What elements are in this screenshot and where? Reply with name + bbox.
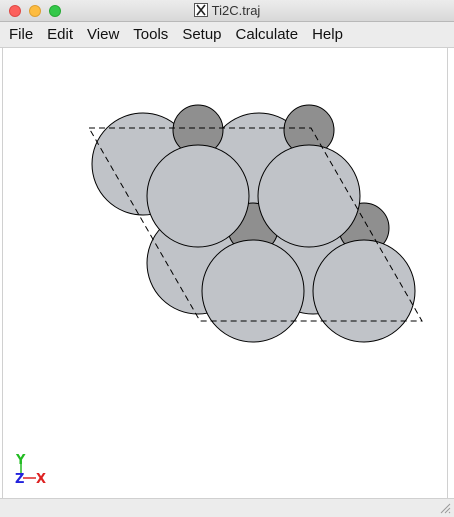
ti-atom[interactable] <box>312 239 416 343</box>
z-axis-label: Z <box>15 472 24 487</box>
structure-view-canvas[interactable]: Y Z X <box>2 48 448 498</box>
window-title-group: Ti2C.traj <box>0 3 454 19</box>
window-title: Ti2C.traj <box>211 3 261 18</box>
ti-atom[interactable] <box>201 239 305 343</box>
menu-calculate[interactable]: Calculate <box>229 22 306 48</box>
menu-edit[interactable]: Edit <box>40 22 80 48</box>
menu-file[interactable]: File <box>2 22 40 48</box>
title-bar: Ti2C.traj <box>0 0 454 22</box>
menu-setup[interactable]: Setup <box>175 22 228 48</box>
menu-tools[interactable]: Tools <box>126 22 175 48</box>
y-axis-label: Y <box>15 453 26 468</box>
menu-bar: File Edit View Tools Setup Calculate Hel… <box>0 22 454 48</box>
x11-icon <box>193 3 208 17</box>
axis-indicator: Y Z X <box>15 453 46 487</box>
x-axis-label: X <box>36 472 46 487</box>
resize-grip-icon[interactable] <box>440 503 451 514</box>
structure-view-svg[interactable]: Y Z X <box>3 48 449 498</box>
menu-view[interactable]: View <box>80 22 126 48</box>
ti-atom[interactable] <box>146 144 250 248</box>
status-bar <box>0 498 454 517</box>
menu-help[interactable]: Help <box>305 22 350 48</box>
ti-atom[interactable] <box>257 144 361 248</box>
